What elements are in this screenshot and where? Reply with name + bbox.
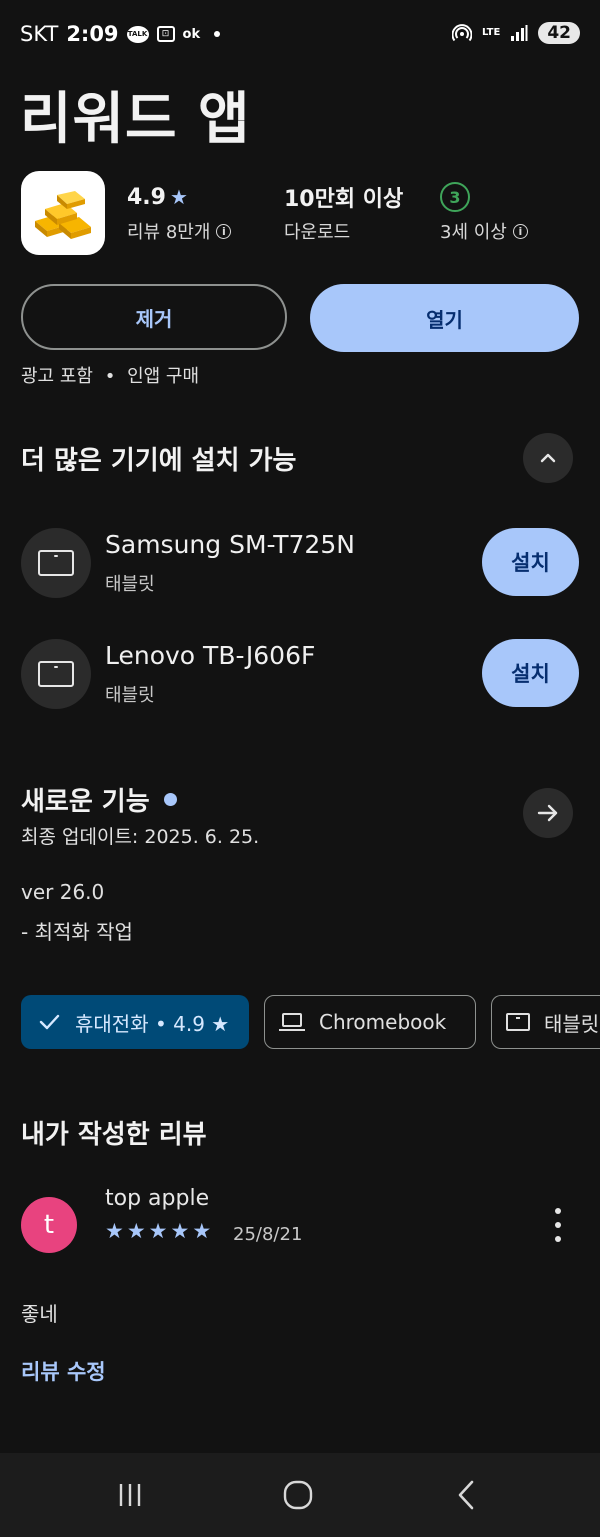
devices-section-title: 더 많은 기기에 설치 가능 [21,446,297,476]
new-indicator-dot [163,793,177,806]
carrier-label: SKT [20,22,59,46]
more-vert-icon[interactable] [548,1208,568,1242]
recents-button[interactable] [110,1475,150,1515]
avatar: t [21,1197,77,1253]
status-left: SKT 2:09 TALK ⊡ ok [20,22,221,46]
open-button[interactable]: 열기 [310,284,579,352]
gold-bars-icon [35,191,91,239]
home-icon [283,1480,313,1510]
laptop-icon [279,1013,305,1031]
reviews-label: 리뷰 8만개 [127,222,211,243]
star-icon: ★ [192,1219,212,1243]
star-icon: ★ [148,1219,168,1243]
version-text: ver 26.0 [21,880,105,904]
check-icon [39,1014,60,1030]
device-type: 태블릿 [105,685,155,706]
age-rating-stat[interactable]: 3 3세 이상 i [440,182,528,244]
app-meta-info: 광고 포함 • 인앱 구매 [21,362,199,388]
collapse-button[interactable] [523,433,573,483]
downloads-stat: 10만회 이상 다운로드 [284,182,403,244]
star-icon: ★ [126,1219,146,1243]
rating-value: 4.9 ★ [127,182,231,212]
tablet-icon [506,1013,530,1031]
chip-phone-label: 휴대전화 • 4.9 ★ [75,1011,230,1036]
star-icon: ★ [105,1219,124,1243]
whats-new-label: 새로운 기능 [21,787,150,817]
downloads-label: 다운로드 [284,222,351,243]
lte-indicator: LTE [481,27,501,38]
status-bar: SKT 2:09 TALK ⊡ ok LTE 42 [0,0,600,72]
edit-review-link[interactable]: 리뷰 수정 [21,1356,106,1386]
ok-cashbag-icon: ok [182,26,201,42]
arrow-right-icon [537,804,558,822]
reviewer-name: top apple [105,1186,210,1211]
chevron-up-icon [540,453,556,463]
chip-tablet-label: 태블릿 [544,1011,600,1036]
release-note: - 최적화 작업 [21,920,133,944]
scan-icon: ⊡ [156,26,175,42]
chip-chromebook[interactable]: Chromebook [264,995,476,1049]
notification-dot-icon [214,31,221,37]
app-icon[interactable] [21,171,105,255]
device-icon-wrap [21,639,91,709]
ads-label: 광고 포함 [21,366,93,387]
chip-phone[interactable]: 휴대전화 • 4.9 ★ [21,995,249,1049]
status-right: LTE 42 [451,22,580,44]
device-type: 태블릿 [105,574,155,595]
age-rating-badge: 3 [440,182,470,212]
signal-icon [511,25,528,41]
page-title: 리워드 앱 [20,87,251,152]
clock: 2:09 [66,22,119,46]
back-button[interactable] [446,1475,486,1515]
system-nav-bar [0,1453,600,1537]
chip-tablet[interactable]: 태블릿 [491,995,600,1049]
last-updated: 최종 업데이트: 2025. 6. 25. [21,826,260,848]
age-label: 3세 이상 [440,222,507,243]
review-text: 좋네 [21,1302,58,1326]
downloads-value: 10만회 이상 [284,187,404,212]
home-button[interactable] [278,1475,318,1515]
tablet-icon [38,661,74,687]
device-icon-wrap [21,528,91,598]
device-name: Lenovo TB-J606F [105,641,316,670]
iap-label: 인앱 구매 [127,366,200,387]
rating-stat[interactable]: 4.9 ★ 리뷰 8만개 i [127,182,232,244]
review-star-rating: ★ ★ ★ ★ ★ [105,1220,211,1242]
meta-separator: • [104,366,116,387]
review-date: 25/8/21 [233,1224,303,1245]
uninstall-button[interactable]: 제거 [21,284,287,350]
star-icon: ★ [170,1219,190,1243]
chip-chromebook-label: Chromebook [319,1010,447,1034]
back-icon [458,1480,474,1510]
star-icon: ★ [169,185,188,209]
tablet-icon [38,550,74,576]
age-badge-wrap: 3 [440,182,528,212]
device-name: Samsung SM-T725N [105,530,355,559]
info-icon: i [512,223,528,239]
install-button[interactable]: 설치 [482,639,579,707]
install-button[interactable]: 설치 [482,528,579,596]
recents-icon [119,1484,141,1506]
battery-indicator: 42 [538,22,580,44]
device-row: Samsung SM-T725N 태블릿 설치 [21,528,579,600]
whats-new-arrow-button[interactable] [523,788,573,838]
my-review-title: 내가 작성한 리뷰 [21,1120,207,1150]
age-rating: 3세 이상 i [440,218,528,244]
reviews-count: 리뷰 8만개 i [127,218,232,244]
hotspot-icon [451,24,472,42]
rating-number: 4.9 [127,184,166,210]
whats-new-title[interactable]: 새로운 기능 [21,781,177,818]
kakaotalk-icon: TALK [126,25,149,43]
info-icon: i [216,223,232,239]
device-row: Lenovo TB-J606F 태블릿 설치 [21,639,579,711]
